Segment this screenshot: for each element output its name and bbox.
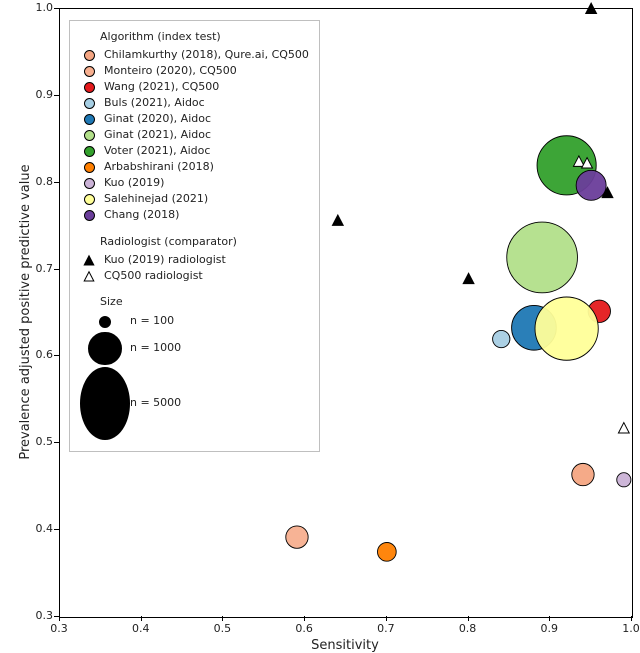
x-tick-label: 0.5 — [202, 622, 242, 635]
legend-title-radiologist: Radiologist (comparator) — [100, 234, 309, 251]
bubble-point — [572, 463, 594, 485]
x-tick-label: 1.0 — [611, 622, 640, 635]
bubble-point — [507, 222, 578, 293]
legend-label: Kuo (2019) — [104, 175, 164, 192]
legend-label: CQ500 radiologist — [104, 268, 203, 285]
x-tick — [549, 616, 550, 621]
y-tick-label: 0.5 — [3, 435, 53, 448]
y-tick — [54, 616, 59, 617]
legend-label: Buls (2021), Aidoc — [104, 95, 205, 112]
legend-size-label: n = 1000 — [130, 340, 181, 357]
triangle-point — [332, 215, 343, 225]
legend-item: Salehinejad (2021) — [80, 192, 309, 208]
y-tick-label: 0.7 — [3, 262, 53, 275]
legend-swatch-circle — [80, 113, 98, 127]
y-tick — [54, 269, 59, 270]
legend-swatch-circle — [80, 97, 98, 111]
x-tick — [141, 616, 142, 621]
legend-item: Kuo (2019) — [80, 176, 309, 192]
bubble-point — [493, 330, 510, 347]
x-tick-label: 0.8 — [448, 622, 488, 635]
bubble-point — [576, 170, 606, 200]
figure: Sensitivity Prevalence adjusted positive… — [0, 0, 640, 652]
legend-swatch-circle — [80, 81, 98, 95]
x-tick — [631, 616, 632, 621]
y-tick-label: 0.4 — [3, 522, 53, 535]
legend-label: Voter (2021), Aidoc — [104, 143, 210, 160]
legend-swatch-circle — [80, 161, 98, 175]
y-tick — [54, 182, 59, 183]
legend-swatch-circle — [80, 177, 98, 191]
legend-size-item: n = 100 — [80, 313, 309, 331]
legend-title-algorithm: Algorithm (index test) — [100, 29, 309, 46]
legend-item: Kuo (2019) radiologist — [80, 252, 309, 268]
legend-size-swatch — [80, 332, 130, 366]
triangle-point — [586, 3, 597, 13]
legend-item: Monteiro (2020), CQ500 — [80, 64, 309, 80]
bubble-point — [286, 526, 308, 548]
legend-size-item: n = 1000 — [80, 331, 309, 367]
x-tick — [304, 616, 305, 621]
legend-size-label: n = 100 — [130, 313, 174, 330]
y-tick — [54, 95, 59, 96]
legend-item: Chang (2018) — [80, 208, 309, 224]
legend-size-label: n = 5000 — [130, 395, 181, 412]
legend-label: Chilamkurthy (2018), Qure.ai, CQ500 — [104, 47, 309, 64]
legend-item: Buls (2021), Aidoc — [80, 96, 309, 112]
triangle-point — [618, 423, 629, 433]
y-tick — [54, 8, 59, 9]
x-tick — [59, 616, 60, 621]
bubble-point — [617, 473, 631, 487]
legend-item: Voter (2021), Aidoc — [80, 144, 309, 160]
y-tick-label: 1.0 — [3, 1, 53, 14]
bubble-point — [535, 297, 598, 360]
x-tick-label: 0.6 — [284, 622, 324, 635]
legend-label: Ginat (2021), Aidoc — [104, 127, 211, 144]
y-tick-label: 0.6 — [3, 348, 53, 361]
legend-title-size: Size — [100, 294, 309, 311]
legend-swatch-circle — [80, 65, 98, 79]
x-tick-label: 0.7 — [366, 622, 406, 635]
legend-label: Salehinejad (2021) — [104, 191, 208, 208]
x-tick-label: 0.4 — [121, 622, 161, 635]
legend-swatch-circle — [80, 209, 98, 223]
legend-label: Ginat (2020), Aidoc — [104, 111, 211, 128]
x-tick — [386, 616, 387, 621]
legend-label: Wang (2021), CQ500 — [104, 79, 219, 96]
y-tick — [54, 529, 59, 530]
triangle-point — [463, 273, 474, 283]
legend-swatch-circle — [80, 145, 98, 159]
bubble-point — [378, 543, 397, 562]
y-tick — [54, 355, 59, 356]
legend: Algorithm (index test) Chilamkurthy (201… — [69, 20, 320, 452]
x-tick-label: 0.9 — [529, 622, 569, 635]
x-tick — [468, 616, 469, 621]
legend-swatch-triangle — [80, 269, 98, 283]
legend-swatch-circle — [80, 129, 98, 143]
x-axis-label: Sensitivity — [59, 638, 631, 653]
legend-item: Arbabshirani (2018) — [80, 160, 309, 176]
y-tick-label: 0.9 — [3, 88, 53, 101]
legend-label: Arbabshirani (2018) — [104, 159, 214, 176]
x-tick-label: 0.3 — [39, 622, 79, 635]
legend-size-swatch — [80, 316, 130, 328]
legend-size-swatch — [80, 367, 130, 440]
y-tick — [54, 442, 59, 443]
legend-label: Monteiro (2020), CQ500 — [104, 63, 237, 80]
legend-item: Wang (2021), CQ500 — [80, 80, 309, 96]
legend-swatch-triangle — [80, 253, 98, 267]
legend-label: Kuo (2019) radiologist — [104, 252, 226, 269]
legend-swatch-circle — [80, 49, 98, 63]
x-tick — [222, 616, 223, 621]
legend-item: Chilamkurthy (2018), Qure.ai, CQ500 — [80, 48, 309, 64]
legend-item: Ginat (2020), Aidoc — [80, 112, 309, 128]
legend-size-item: n = 5000 — [80, 366, 309, 441]
legend-item: CQ500 radiologist — [80, 268, 309, 284]
legend-label: Chang (2018) — [104, 207, 179, 224]
y-tick-label: 0.8 — [3, 175, 53, 188]
y-tick-label: 0.3 — [3, 609, 53, 622]
legend-swatch-circle — [80, 193, 98, 207]
legend-item: Ginat (2021), Aidoc — [80, 128, 309, 144]
